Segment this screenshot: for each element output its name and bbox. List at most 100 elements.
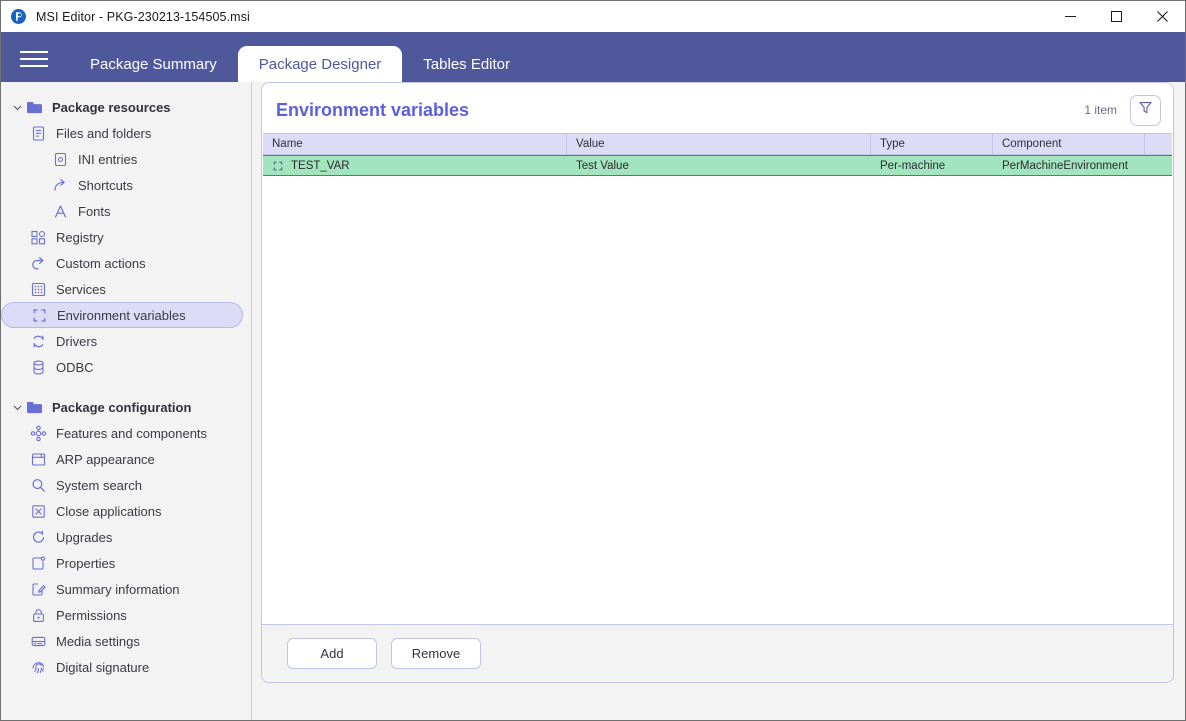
sidebar-item-drivers[interactable]: Drivers bbox=[1, 328, 243, 354]
column-header-spacer bbox=[1145, 134, 1172, 154]
sidebar-group-package-configuration[interactable]: Package configuration bbox=[1, 394, 243, 420]
column-header-name[interactable]: Name bbox=[263, 134, 567, 154]
sidebar-item-label: System search bbox=[56, 477, 142, 493]
environment-brackets-icon bbox=[271, 159, 284, 172]
sidebar-item-permissions[interactable]: Permissions bbox=[1, 602, 243, 628]
sidebar-item-digital-signature[interactable]: Digital signature bbox=[1, 654, 243, 680]
tab-tables-editor[interactable]: Tables Editor bbox=[402, 46, 531, 82]
window-controls bbox=[1047, 1, 1185, 32]
window-title: MSI Editor - PKG-230213-154505.msi bbox=[36, 9, 250, 24]
tab-package-summary[interactable]: Package Summary bbox=[69, 46, 238, 82]
title-bar: MSI Editor - PKG-230213-154505.msi bbox=[1, 1, 1185, 32]
sidebar-item-odbc[interactable]: ODBC bbox=[1, 354, 243, 380]
sidebar-item-arp-appearance[interactable]: ARP appearance bbox=[1, 446, 243, 472]
sidebar-item-media-settings[interactable]: Media settings bbox=[1, 628, 243, 654]
sidebar-item-label: Shortcuts bbox=[78, 177, 133, 193]
cell-name: TEST_VAR bbox=[263, 156, 567, 175]
panel-header: Environment variables 1 item bbox=[262, 83, 1173, 133]
sidebar-item-ini-entries[interactable]: INI entries bbox=[1, 146, 243, 172]
folder-icon bbox=[25, 98, 43, 116]
sidebar-item-label: Summary information bbox=[56, 581, 180, 597]
sidebar-item-close-applications[interactable]: Close applications bbox=[1, 498, 243, 524]
cell-component: PerMachineEnvironment bbox=[1002, 159, 1128, 172]
sidebar-group-label: Package configuration bbox=[52, 399, 192, 415]
sidebar-item-label: Custom actions bbox=[56, 255, 146, 271]
sidebar-item-features-and-components[interactable]: Features and components bbox=[1, 420, 243, 446]
features-nodes-icon bbox=[29, 424, 47, 442]
database-icon bbox=[29, 358, 47, 376]
sidebar-item-fonts[interactable]: Fonts bbox=[1, 198, 243, 224]
msi-editor-logo-icon bbox=[10, 8, 27, 25]
content-area: Environment variables 1 item Name Value … bbox=[252, 82, 1185, 720]
sidebar-item-summary-information[interactable]: Summary information bbox=[1, 576, 243, 602]
sidebar-item-label: Fonts bbox=[78, 203, 111, 219]
sidebar-item-system-search[interactable]: System search bbox=[1, 472, 243, 498]
table-header-row: Name Value Type Component bbox=[263, 133, 1172, 155]
sidebar-group-package-resources[interactable]: Package resources bbox=[1, 94, 243, 120]
sidebar-item-label: Digital signature bbox=[56, 659, 150, 675]
upgrade-refresh-icon bbox=[29, 528, 47, 546]
sidebar-item-label: Registry bbox=[56, 229, 104, 245]
sidebar-item-registry[interactable]: Registry bbox=[1, 224, 243, 250]
remove-button[interactable]: Remove bbox=[391, 638, 481, 669]
title-bar-left: MSI Editor - PKG-230213-154505.msi bbox=[1, 8, 250, 25]
tab-list: Package Summary Package Designer Tables … bbox=[69, 32, 531, 82]
tab-bar: Package Summary Package Designer Tables … bbox=[1, 32, 1185, 82]
filter-button[interactable] bbox=[1130, 94, 1161, 126]
chevron-down-icon[interactable] bbox=[9, 99, 25, 115]
close-button[interactable] bbox=[1139, 1, 1185, 32]
environment-variables-table: Name Value Type Component TEST_VAR Test … bbox=[263, 133, 1172, 624]
sidebar-item-label: ARP appearance bbox=[56, 451, 155, 467]
sidebar-item-label: Permissions bbox=[56, 607, 127, 623]
application-window: MSI Editor - PKG-230213-154505.msi Packa… bbox=[0, 0, 1186, 721]
environment-brackets-icon bbox=[30, 306, 48, 324]
add-button[interactable]: Add bbox=[287, 638, 377, 669]
media-disk-icon bbox=[29, 632, 47, 650]
registry-blocks-icon bbox=[29, 228, 47, 246]
sidebar-group-label: Package resources bbox=[52, 99, 171, 115]
cell-spacer bbox=[1145, 156, 1172, 175]
sidebar-item-label: Media settings bbox=[56, 633, 140, 649]
sidebar-item-label: Properties bbox=[56, 555, 116, 571]
chevron-down-icon[interactable] bbox=[9, 399, 25, 415]
sidebar-item-label: Close applications bbox=[56, 503, 162, 519]
close-box-icon bbox=[29, 502, 47, 520]
sidebar-item-label: Environment variables bbox=[57, 307, 186, 323]
custom-action-arrow-icon bbox=[29, 254, 47, 272]
column-header-value[interactable]: Value bbox=[567, 134, 871, 154]
sidebar-item-label: INI entries bbox=[78, 151, 138, 167]
column-header-component[interactable]: Component bbox=[993, 134, 1145, 154]
body: Package resources Files and folders INI … bbox=[1, 82, 1185, 720]
font-letter-a-icon bbox=[51, 202, 69, 220]
column-header-type[interactable]: Type bbox=[871, 134, 993, 154]
tab-package-designer[interactable]: Package Designer bbox=[237, 46, 403, 82]
table-row[interactable]: TEST_VAR Test Value Per-machine PerMachi… bbox=[263, 155, 1172, 176]
panel-footer: Add Remove bbox=[262, 624, 1173, 682]
panel-header-right: 1 item bbox=[1084, 94, 1161, 126]
sidebar-item-label: Upgrades bbox=[56, 529, 113, 545]
sidebar-item-upgrades[interactable]: Upgrades bbox=[1, 524, 243, 550]
sidebar-item-label: Drivers bbox=[56, 333, 98, 349]
drivers-refresh-icon bbox=[29, 332, 47, 350]
cell-name-text: TEST_VAR bbox=[291, 159, 350, 172]
sidebar-item-files-and-folders[interactable]: Files and folders bbox=[1, 120, 243, 146]
lock-icon bbox=[29, 606, 47, 624]
sidebar-item-properties[interactable]: Properties bbox=[1, 550, 243, 576]
maximize-button[interactable] bbox=[1093, 1, 1139, 32]
sidebar-item-label: Files and folders bbox=[56, 125, 152, 141]
sidebar-item-services[interactable]: Services bbox=[1, 276, 243, 302]
folder-icon bbox=[25, 398, 43, 416]
services-grid-icon bbox=[29, 280, 47, 298]
search-icon bbox=[29, 476, 47, 494]
sidebar-group-spacer bbox=[1, 380, 251, 394]
hamburger-menu-icon[interactable] bbox=[20, 49, 48, 69]
minimize-button[interactable] bbox=[1047, 1, 1093, 32]
fingerprint-icon bbox=[29, 658, 47, 676]
sidebar-item-shortcuts[interactable]: Shortcuts bbox=[1, 172, 243, 198]
sidebar-navigation: Package resources Files and folders INI … bbox=[1, 82, 252, 720]
sidebar-item-environment-variables[interactable]: Environment variables bbox=[1, 302, 243, 328]
sidebar-item-label: ODBC bbox=[56, 359, 94, 375]
environment-variables-panel: Environment variables 1 item Name Value … bbox=[261, 82, 1174, 683]
edit-note-icon bbox=[29, 580, 47, 598]
sidebar-item-custom-actions[interactable]: Custom actions bbox=[1, 250, 243, 276]
